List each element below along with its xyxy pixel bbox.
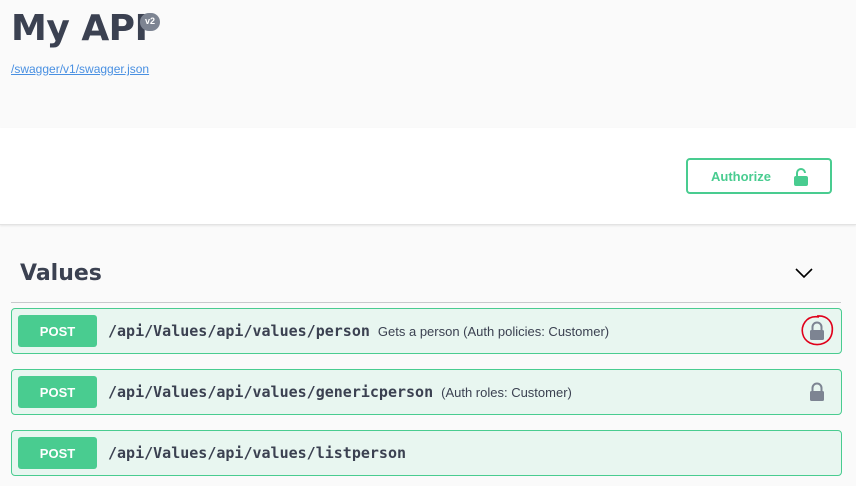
operation-path-container: /api/Values/api/values/listperson [108,444,414,462]
authorize-button[interactable]: Authorize [686,158,832,194]
operation-summary: Gets a person (Auth policies: Customer) [377,324,610,339]
operation-post-genericperson[interactable]: POST /api/Values/api/values/genericperso… [11,369,842,415]
operation-post-listperson[interactable]: POST /api/Values/api/values/listperson [11,430,842,476]
section-title: Values [20,261,102,286]
locked-padlock-icon[interactable] [809,382,825,406]
swagger-json-link[interactable]: /swagger/v1/swagger.json [11,62,149,76]
authorize-label: Authorize [711,168,771,184]
operation-post-person[interactable]: POST /api/Values/api/values/person Gets a… [11,308,842,354]
operation-path-container: /api/Values/api/values/person Gets a pers… [108,322,609,340]
unlocked-padlock-icon [793,168,809,189]
method-badge: POST [18,376,97,408]
chevron-down-icon[interactable] [794,265,814,284]
api-info: My API v2 /swagger/v1/swagger.json [0,0,856,128]
method-badge: POST [18,437,97,469]
operation-path: /api/Values/api/values/genericperson [108,383,434,401]
operation-summary: (Auth roles: Customer) [441,385,572,400]
red-circle-annotation [797,311,837,355]
api-title: My API [11,8,148,49]
tag-section-values[interactable]: Values [11,250,841,303]
version-badge: v2 [140,13,161,31]
scheme-container: Authorize [0,128,856,225]
operation-path-container: /api/Values/api/values/genericperson (Aut… [108,383,572,401]
method-badge: POST [18,315,97,347]
operation-path: /api/Values/api/values/listperson [108,444,407,462]
operation-path: /api/Values/api/values/person [108,322,370,340]
